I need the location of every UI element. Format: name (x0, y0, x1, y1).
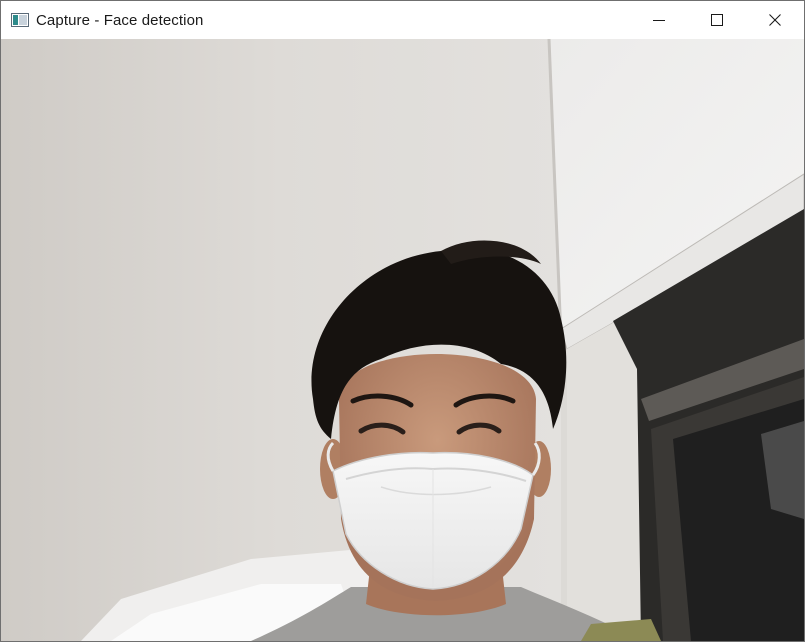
app-window: Capture - Face detection (0, 0, 805, 642)
maximize-icon (711, 14, 723, 26)
window-title: Capture - Face detection (36, 11, 204, 29)
close-icon (769, 14, 781, 26)
app-window-icon (11, 13, 29, 27)
title-bar[interactable]: Capture - Face detection (1, 1, 804, 39)
camera-feed (1, 39, 804, 641)
minimize-icon (653, 20, 665, 21)
window-controls (630, 1, 804, 39)
minimize-button[interactable] (630, 1, 688, 39)
maximize-button[interactable] (688, 1, 746, 39)
close-button[interactable] (746, 1, 804, 39)
webcam-frame-image (1, 39, 804, 641)
